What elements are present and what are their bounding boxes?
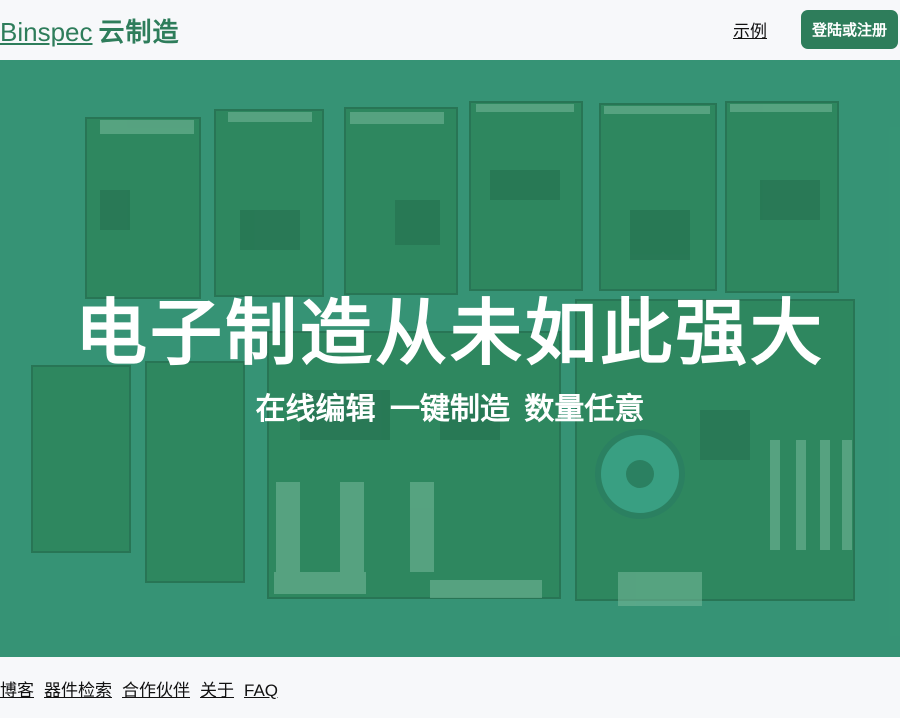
hero-title: 电子制造从未如此强大	[74, 291, 825, 375]
brand-suffix: 云制造	[98, 18, 180, 48]
login-signup-button[interactable]: 登陆或注册	[801, 10, 898, 49]
footer-link-component-search[interactable]: 器件检索	[44, 681, 112, 701]
footer-link-about[interactable]: 关于	[200, 681, 234, 701]
footer-nav: 博客 器件检索 合作伙伴 关于 FAQ	[0, 676, 288, 701]
top-navbar: Binspec 云制造 示例 登陆或注册	[0, 0, 900, 60]
brand-logo-link[interactable]: Binspec 云制造	[0, 12, 180, 49]
footer-link-blog[interactable]: 博客	[0, 681, 34, 701]
footer-link-partners[interactable]: 合作伙伴	[122, 681, 190, 701]
footer-link-faq[interactable]: FAQ	[244, 681, 278, 700]
nav-link-examples[interactable]: 示例	[733, 17, 767, 42]
hero-banner: 电子制造从未如此强大 在线编辑 一键制造 数量任意	[0, 60, 900, 657]
brand-name: Binspec	[0, 17, 93, 47]
hero-subtitle: 在线编辑 一键制造 数量任意	[255, 392, 645, 427]
